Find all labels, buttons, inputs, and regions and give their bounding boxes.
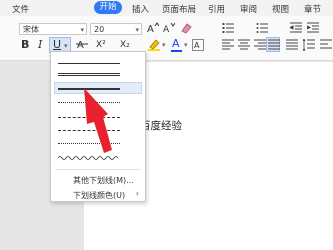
chevron-down-icon: ▾ — [135, 26, 139, 34]
underline-single[interactable] — [58, 63, 120, 64]
chevron-down-icon[interactable]: ▾ — [184, 41, 188, 49]
font-color-label: A — [172, 37, 180, 50]
menu-view[interactable]: 视图 — [272, 3, 289, 15]
menu-separator — [55, 169, 141, 170]
menu-bar: 文件 开始 插入 页面布局 引用 审阅 视图 章节 — [0, 0, 333, 16]
font-name-select[interactable]: 宋体 ▾ — [19, 23, 87, 35]
chevron-right-icon: › — [135, 189, 139, 198]
font-name-value: 宋体 — [23, 25, 39, 34]
shrink-font-icon[interactable]: A — [163, 22, 176, 35]
font-color-swatch — [171, 50, 182, 52]
document-text[interactable]: 百度经验 — [140, 118, 182, 133]
menu-references[interactable]: 引用 — [208, 3, 225, 15]
chevron-down-icon[interactable]: ▾ — [162, 41, 166, 49]
underline-double[interactable] — [58, 73, 120, 76]
bold-button[interactable]: B — [21, 38, 29, 52]
clear-format-icon[interactable] — [180, 22, 192, 34]
menu-insert[interactable]: 插入 — [132, 3, 149, 15]
numbered-list-icon[interactable] — [256, 22, 268, 34]
superscript-button[interactable]: X² — [96, 38, 106, 52]
menu-review[interactable]: 审阅 — [240, 3, 257, 15]
para-settings-icon[interactable] — [320, 39, 332, 51]
font-size-value: 20 — [94, 25, 105, 34]
justify-icon[interactable] — [266, 37, 280, 52]
underline-color-item[interactable]: 下划线颜色(U) — [73, 190, 125, 201]
subscript-button[interactable]: X₂ — [120, 38, 130, 52]
indent-icon[interactable] — [306, 22, 319, 34]
more-underlines-item[interactable]: 其他下划线(M)... — [73, 175, 134, 186]
italic-button[interactable]: I — [38, 38, 42, 52]
svg-text:A: A — [147, 24, 154, 34]
svg-text:A: A — [77, 40, 84, 50]
highlight-color-button[interactable] — [147, 38, 163, 52]
char-border-icon[interactable]: A — [192, 39, 204, 51]
distributed-icon[interactable] — [286, 39, 298, 51]
menu-page-layout[interactable]: 页面布局 — [162, 3, 196, 15]
svg-text:A: A — [163, 25, 170, 34]
svg-text:A: A — [194, 41, 200, 50]
annotation-arrow-icon — [84, 88, 112, 153]
tab-start[interactable]: 开始 — [94, 1, 122, 14]
menu-file[interactable]: 文件 — [12, 3, 29, 15]
chevron-down-icon: ▾ — [80, 26, 84, 34]
align-right-icon[interactable] — [254, 39, 266, 51]
menu-section[interactable]: 章节 — [304, 3, 321, 15]
font-size-select[interactable]: 20 ▾ — [90, 23, 142, 35]
align-center-icon[interactable] — [238, 39, 250, 51]
underline-label: U — [53, 38, 62, 51]
outdent-icon[interactable] — [288, 22, 302, 34]
line-spacing-icon[interactable] — [302, 38, 315, 52]
font-color-button[interactable]: A — [170, 37, 184, 52]
bullet-list-icon[interactable] — [222, 22, 234, 34]
grow-font-icon[interactable]: A — [147, 22, 160, 35]
align-left-icon[interactable] — [222, 39, 234, 51]
